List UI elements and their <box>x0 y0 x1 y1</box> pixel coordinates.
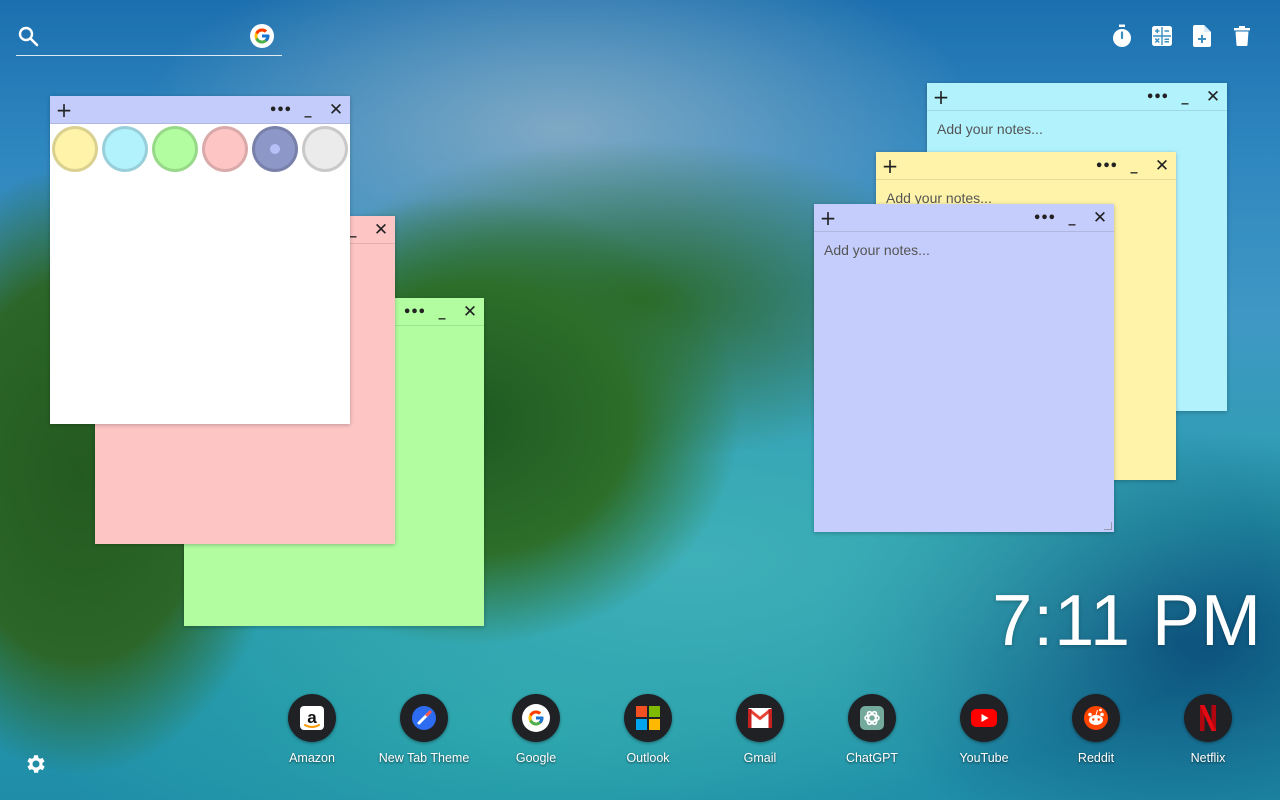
close-button[interactable]: ✕ <box>458 298 482 326</box>
gmail-icon <box>736 694 784 742</box>
shortcut-label: Outlook <box>626 751 670 765</box>
more-options-button[interactable]: ••• <box>268 96 292 124</box>
more-options-button[interactable]: ••• <box>1032 204 1056 232</box>
resize-handle[interactable] <box>1104 522 1112 530</box>
shortcut-label: New Tab Theme <box>378 751 470 765</box>
more-options-button[interactable]: ••• <box>1145 83 1169 111</box>
note-header: + ••• _ ✕ <box>814 204 1114 232</box>
add-note-button[interactable]: + <box>929 83 953 111</box>
note-header: + ••• _ ✕ <box>927 83 1227 111</box>
note-textarea[interactable] <box>814 232 1114 532</box>
chatgpt-icon <box>848 694 896 742</box>
sticky-note-purple: + ••• _ ✕ <box>814 204 1114 532</box>
new-note-icon[interactable] <box>1190 22 1214 50</box>
amazon-icon: a <box>288 694 336 742</box>
color-swatch-white[interactable] <box>302 126 348 172</box>
close-button[interactable]: ✕ <box>1150 152 1174 180</box>
shortcut-label: Google <box>515 751 557 765</box>
add-note-button[interactable]: + <box>52 96 76 124</box>
shortcut-gmail[interactable]: Gmail <box>704 694 816 765</box>
calculator-icon[interactable] <box>1150 22 1174 50</box>
close-button[interactable]: ✕ <box>324 96 348 124</box>
more-options-button[interactable]: ••• <box>1094 152 1118 180</box>
close-button[interactable]: ✕ <box>1088 204 1112 232</box>
minimize-button[interactable]: _ <box>296 96 320 124</box>
shortcut-youtube[interactable]: YouTube <box>928 694 1040 765</box>
color-swatch-yellow[interactable] <box>52 126 98 172</box>
note-header: + ••• _ ✕ <box>876 152 1176 180</box>
color-swatch-cyan[interactable] <box>102 126 148 172</box>
shortcut-amazon[interactable]: a Amazon <box>256 694 368 765</box>
clock: 7:11 PM <box>992 581 1262 661</box>
outlook-icon <box>624 694 672 742</box>
shortcut-label: Netflix <box>1190 751 1226 765</box>
sticky-note-color-picker: + ••• _ ✕ <box>50 96 350 424</box>
shortcut-new-tab-theme[interactable]: New Tab Theme <box>368 694 480 765</box>
search-icon[interactable] <box>16 24 40 48</box>
more-options-button[interactable]: ••• <box>402 298 426 326</box>
reddit-icon <box>1072 694 1120 742</box>
color-swatch-purple[interactable] <box>252 126 298 172</box>
add-note-button[interactable]: + <box>816 204 840 232</box>
shortcut-reddit[interactable]: Reddit <box>1040 694 1152 765</box>
shortcut-label: Gmail <box>743 751 777 765</box>
google-g-icon[interactable] <box>250 24 274 48</box>
shortcut-google[interactable]: Google <box>480 694 592 765</box>
minimize-button[interactable]: _ <box>1060 204 1084 232</box>
note-header: + ••• _ ✕ <box>50 96 350 124</box>
toolbar <box>1110 22 1254 50</box>
shortcut-label: ChatGPT <box>845 751 899 765</box>
shortcut-label: Amazon <box>289 751 335 765</box>
close-button[interactable]: ✕ <box>1201 83 1225 111</box>
close-button[interactable]: ✕ <box>369 216 393 244</box>
shortcut-outlook[interactable]: Outlook <box>592 694 704 765</box>
color-swatch-pink[interactable] <box>202 126 248 172</box>
netflix-icon <box>1184 694 1232 742</box>
minimize-button[interactable]: _ <box>430 298 454 326</box>
minimize-button[interactable]: _ <box>1122 152 1146 180</box>
search-input[interactable] <box>46 24 246 50</box>
shortcut-label: YouTube <box>959 751 1009 765</box>
shortcut-netflix[interactable]: Netflix <box>1152 694 1264 765</box>
color-swatch-green[interactable] <box>152 126 198 172</box>
add-note-button[interactable]: + <box>878 152 902 180</box>
shortcut-chatgpt[interactable]: ChatGPT <box>816 694 928 765</box>
trash-icon[interactable] <box>1230 22 1254 50</box>
gear-icon[interactable] <box>24 752 48 776</box>
youtube-icon <box>960 694 1008 742</box>
search-bar <box>16 22 282 56</box>
svg-text:a: a <box>307 708 317 727</box>
color-picker <box>50 124 350 172</box>
shortcuts-dock: a Amazon New Tab Theme Google Outlook Gm… <box>256 694 1264 765</box>
shortcut-label: Reddit <box>1077 751 1115 765</box>
minimize-button[interactable]: _ <box>1173 83 1197 111</box>
google-icon <box>512 694 560 742</box>
new-tab-theme-icon <box>400 694 448 742</box>
timer-icon[interactable] <box>1110 22 1134 50</box>
